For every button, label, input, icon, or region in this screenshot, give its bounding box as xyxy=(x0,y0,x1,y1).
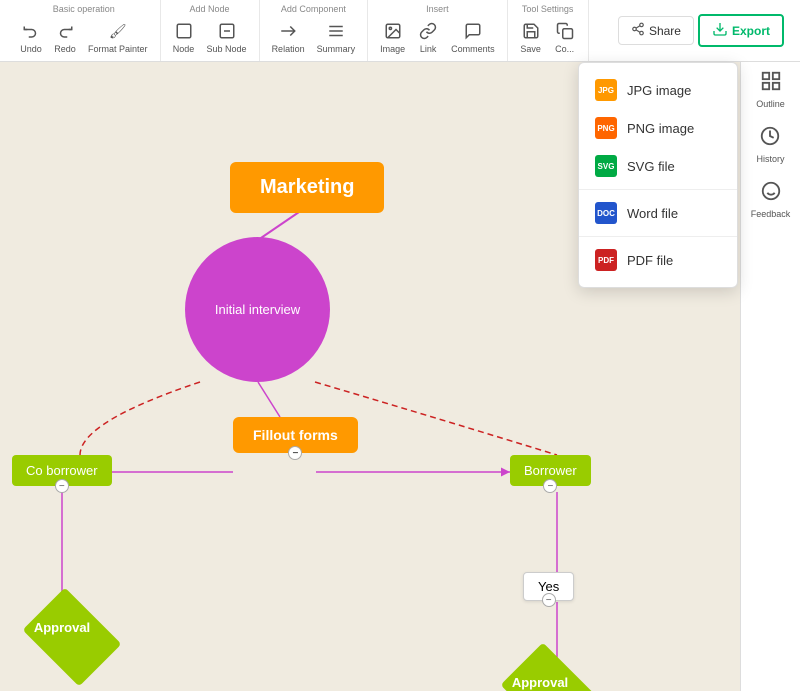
format-painter-icon: 🖌 xyxy=(107,20,129,42)
right-panel: Outline History Feedback xyxy=(740,62,800,691)
dropdown-divider2 xyxy=(579,236,737,237)
feedback-panel-item[interactable]: Feedback xyxy=(751,180,791,219)
export-jpg-item[interactable]: JPG JPG image xyxy=(579,71,737,109)
share-icon xyxy=(631,22,645,39)
toolbar: Basic operation Undo Redo 🖌 Format Paint… xyxy=(0,0,800,62)
link-icon xyxy=(417,20,439,42)
svg-icon: SVG xyxy=(595,155,617,177)
format-painter-button[interactable]: 🖌 Format Painter xyxy=(84,18,152,56)
save-icon xyxy=(520,20,542,42)
right-tools: Share Export xyxy=(610,0,792,61)
share-button[interactable]: Share xyxy=(618,16,694,45)
fillout-collapse-btn[interactable]: − xyxy=(288,446,302,460)
history-panel-item[interactable]: History xyxy=(756,125,784,164)
history-icon xyxy=(759,125,781,152)
export-dropdown: JPG JPG image PNG PNG image SVG SVG file… xyxy=(578,62,738,288)
export-pdf-item[interactable]: PDF PDF file xyxy=(579,241,737,279)
copy-icon xyxy=(554,20,576,42)
insert-group: Insert Image Link Comments xyxy=(368,0,508,61)
yes-collapse-btn[interactable]: − xyxy=(542,593,556,607)
outline-panel-item[interactable]: Outline xyxy=(756,70,785,109)
copy-button[interactable]: Co... xyxy=(550,18,580,56)
pdf-icon: PDF xyxy=(595,249,617,271)
redo-button[interactable]: Redo xyxy=(50,18,80,56)
undo-icon xyxy=(20,20,42,42)
outline-icon xyxy=(760,70,782,97)
sub-node-icon xyxy=(216,20,238,42)
add-component-label: Add Component xyxy=(281,4,346,14)
dropdown-divider xyxy=(579,189,737,190)
feedback-icon xyxy=(760,180,782,207)
export-button[interactable]: Export xyxy=(698,14,784,47)
borrower-node[interactable]: Borrower − xyxy=(510,455,591,486)
marketing-node[interactable]: Marketing xyxy=(230,162,384,213)
yes-node[interactable]: Yes − xyxy=(523,572,574,601)
sub-node-button[interactable]: Sub Node xyxy=(203,18,251,56)
redo-icon xyxy=(54,20,76,42)
basic-operation-group: Basic operation Undo Redo 🖌 Format Paint… xyxy=(8,0,161,61)
image-icon xyxy=(382,20,404,42)
approval-left-node[interactable]: Approval xyxy=(22,597,102,657)
summary-button[interactable]: Summary xyxy=(313,18,360,56)
insert-label: Insert xyxy=(426,4,449,14)
tool-settings-group: Tool Settings Save Co... xyxy=(508,0,589,61)
jpg-icon: JPG xyxy=(595,79,617,101)
node-button[interactable]: Node xyxy=(169,18,199,56)
export-word-item[interactable]: DOC Word file xyxy=(579,194,737,232)
add-node-group: Add Node Node Sub Node xyxy=(161,0,260,61)
word-icon: DOC xyxy=(595,202,617,224)
borrower-collapse-btn[interactable]: − xyxy=(543,479,557,493)
add-component-group: Add Component Relation Summary xyxy=(260,0,369,61)
summary-icon xyxy=(325,20,347,42)
export-svg-item[interactable]: SVG SVG file xyxy=(579,147,737,185)
comments-icon xyxy=(462,20,484,42)
export-icon xyxy=(712,21,728,40)
tool-settings-label: Tool Settings xyxy=(522,4,574,14)
link-button[interactable]: Link xyxy=(413,18,443,56)
relation-button[interactable]: Relation xyxy=(268,18,309,56)
coborrower-node[interactable]: Co borrower − xyxy=(12,455,112,486)
initial-interview-node[interactable]: Initial interview xyxy=(185,237,330,382)
export-png-item[interactable]: PNG PNG image xyxy=(579,109,737,147)
approval-right-node[interactable]: Approval xyxy=(500,652,580,691)
undo-button[interactable]: Undo xyxy=(16,18,46,56)
relation-icon xyxy=(277,20,299,42)
fillout-forms-node[interactable]: Fillout forms − xyxy=(233,417,358,453)
coborrower-collapse-btn[interactable]: − xyxy=(55,479,69,493)
png-icon: PNG xyxy=(595,117,617,139)
node-icon xyxy=(173,20,195,42)
basic-operation-label: Basic operation xyxy=(53,4,115,14)
add-node-label: Add Node xyxy=(190,4,230,14)
image-button[interactable]: Image xyxy=(376,18,409,56)
comments-button[interactable]: Comments xyxy=(447,18,499,56)
save-button[interactable]: Save xyxy=(516,18,546,56)
